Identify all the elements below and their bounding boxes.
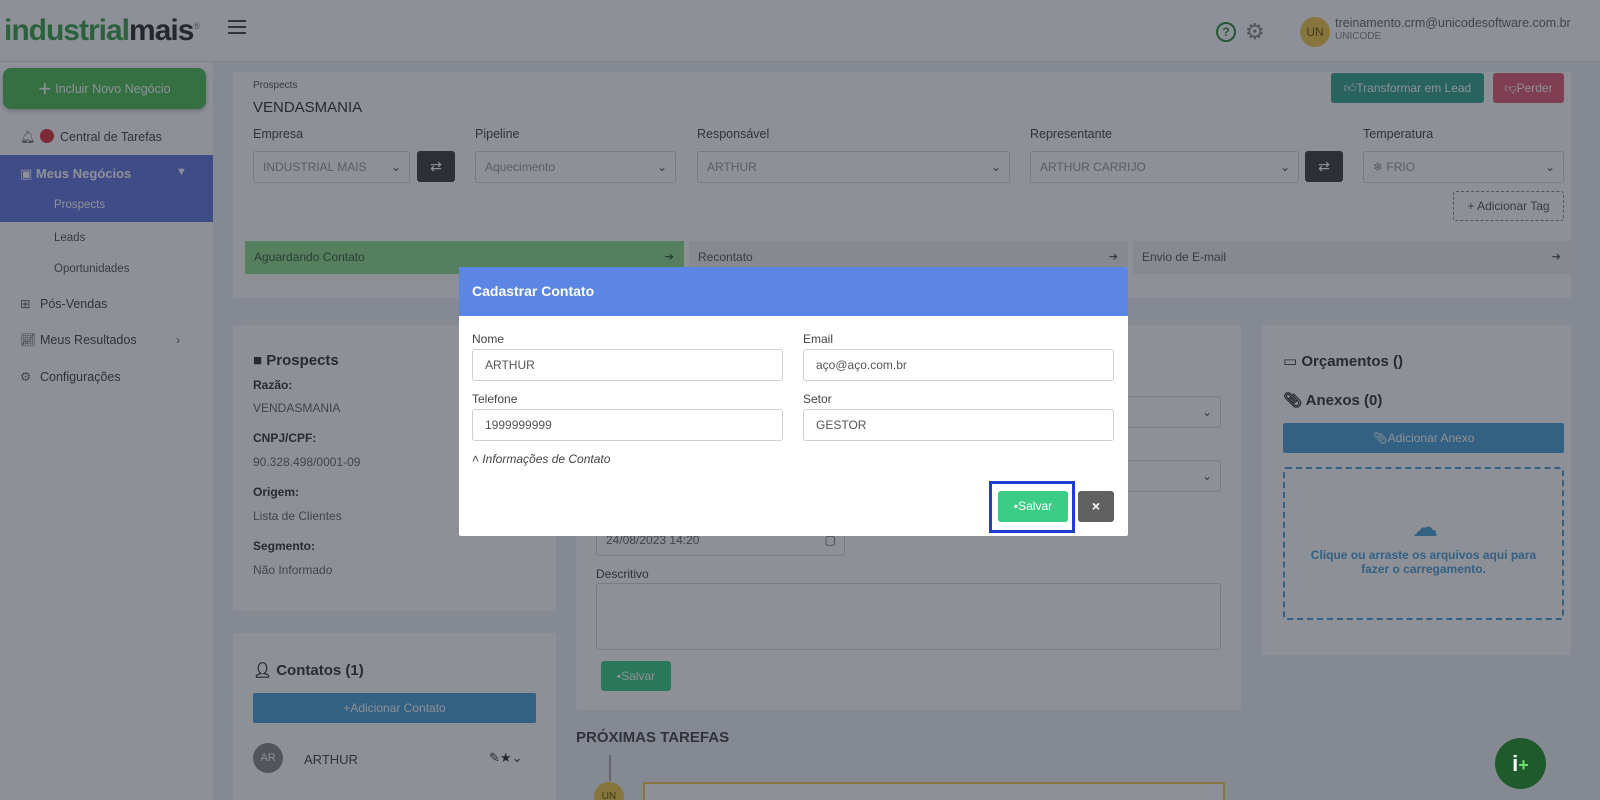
nome-label: Nome	[472, 332, 505, 346]
help-fab-button[interactable]: i+	[1495, 738, 1546, 789]
modal-save-button[interactable]: ▪Salvar	[998, 491, 1068, 522]
setor-label: Setor	[803, 392, 832, 406]
nome-input[interactable]: ARTHUR	[472, 349, 783, 381]
plus-icon: +	[1518, 755, 1529, 775]
email-input[interactable]: aço@aço.com.br	[803, 349, 1114, 381]
modal-close-button[interactable]: ×	[1078, 491, 1114, 522]
telefone-input[interactable]: 1999999999	[472, 409, 783, 441]
modal-title: Cadastrar Contato	[472, 283, 595, 299]
setor-input[interactable]: GESTOR	[803, 409, 1114, 441]
caret-up-icon: ˄	[472, 452, 483, 466]
contact-info-toggle[interactable]: ˄ Informações de Contato	[472, 452, 610, 466]
email-label: Email	[803, 332, 834, 346]
telefone-label: Telefone	[472, 392, 518, 406]
